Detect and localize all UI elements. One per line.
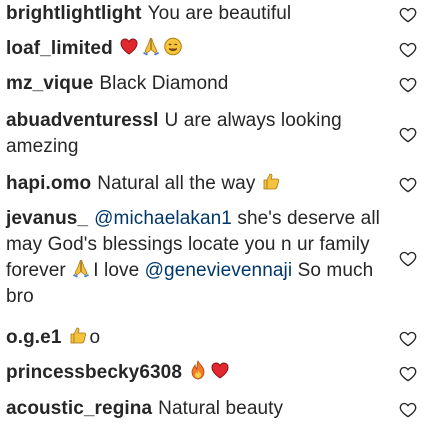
comment-mention[interactable]: @genevievennaji <box>145 260 293 281</box>
like-heart-icon[interactable] <box>399 401 417 418</box>
like-heart-icon[interactable] <box>399 250 417 267</box>
comment-text: Natural beauty <box>158 398 284 419</box>
comment-list: brightlightlight You are beautiful loaf_l… <box>0 0 429 428</box>
comment-text: I love <box>93 260 140 281</box>
comment-item: o.g.e1 o <box>6 325 386 351</box>
comment-item: princessbecky6308 <box>6 360 386 386</box>
red-heart-icon <box>210 360 230 380</box>
like-heart-icon[interactable] <box>399 365 417 382</box>
comment-username[interactable]: o.g.e1 <box>6 327 62 348</box>
comment-item: brightlightlight You are beautiful <box>6 1 386 27</box>
folded-hands-icon <box>71 258 91 278</box>
comment-username[interactable]: princessbecky6308 <box>6 362 182 383</box>
like-heart-icon[interactable] <box>399 6 417 23</box>
like-heart-icon[interactable] <box>399 330 417 347</box>
comment-item: acoustic_regina Natural beauty <box>6 396 386 422</box>
like-heart-icon[interactable] <box>399 176 417 193</box>
comment-username[interactable]: abuadventuressl <box>6 110 159 131</box>
smiling-face-icon <box>163 36 183 56</box>
comment-text: Natural all the way <box>97 173 256 194</box>
comment-username[interactable]: jevanus_ <box>6 208 88 229</box>
comment-username[interactable]: brightlightlight <box>6 3 142 24</box>
comment-username[interactable]: mz_vique <box>6 73 93 94</box>
comment-text: Black Diamond <box>99 73 229 94</box>
comment-item: hapi.omo Natural all the way <box>6 171 386 197</box>
red-heart-icon <box>119 36 139 56</box>
comment-username[interactable]: loaf_limited <box>6 38 113 59</box>
comment-item: abuadventuressl U are always looking amez… <box>6 108 386 160</box>
comment-username[interactable]: hapi.omo <box>6 173 91 194</box>
comment-username[interactable]: acoustic_regina <box>6 398 152 419</box>
folded-hands-icon <box>141 36 161 56</box>
comment-mention[interactable]: @michaelakan1 <box>94 208 232 229</box>
like-heart-icon[interactable] <box>399 126 417 143</box>
comment-item: jevanus_ @michaelakan1 she's deserve all … <box>6 206 386 310</box>
comment-text: o <box>89 327 101 348</box>
comment-item: loaf_limited <box>6 36 386 62</box>
thumbs-up-icon <box>261 171 281 191</box>
comment-text: You are beautiful <box>147 3 292 24</box>
comment-item: mz_vique Black Diamond <box>6 71 386 97</box>
like-heart-icon[interactable] <box>399 76 417 93</box>
thumbs-up-icon <box>68 325 88 345</box>
fire-icon <box>188 360 208 380</box>
like-heart-icon[interactable] <box>399 41 417 58</box>
